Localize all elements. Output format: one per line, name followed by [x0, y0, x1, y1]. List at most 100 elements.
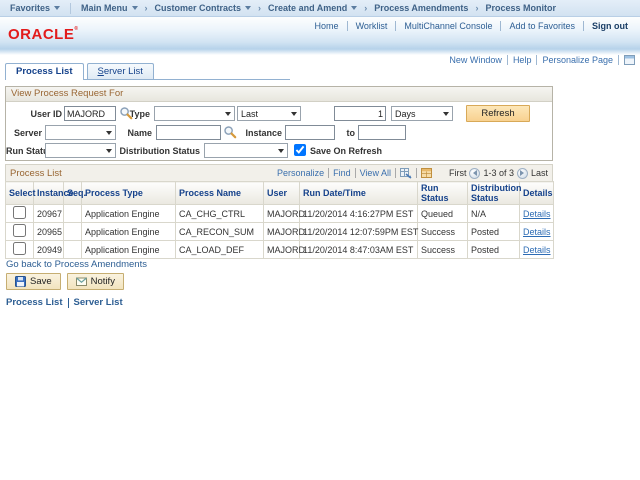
nav-link-multichannel-console[interactable]: MultiChannel Console [396, 21, 502, 31]
export-grid-icon[interactable] [396, 167, 416, 179]
instance-to-input[interactable] [358, 125, 406, 140]
run-datetime-cell: 11/20/2014 4:16:27PM EST [299, 204, 418, 223]
tab-label: Process List [16, 66, 73, 77]
breadcrumb-item-create-and-amend[interactable]: Create and Amend [266, 3, 359, 13]
notify-button[interactable]: Notify [66, 273, 124, 290]
page-links-bar: New Window Help Personalize Page [444, 55, 635, 65]
unit-select[interactable]: Days [391, 106, 453, 121]
breadcrumb-item-label: Process Amendments [374, 3, 469, 13]
pager-prev-button[interactable] [469, 167, 481, 179]
help-link[interactable]: Help [508, 55, 538, 65]
view-all-link[interactable]: View All [356, 168, 395, 178]
pager-first-label: First [448, 168, 467, 178]
link-server-list[interactable]: Server List [74, 297, 123, 308]
breadcrumb-item-process-monitor[interactable]: Process Monitor [483, 3, 558, 13]
instance-cell: 20965 [33, 222, 64, 241]
distribution-status-select[interactable] [204, 143, 288, 158]
details-link[interactable]: Details [523, 209, 551, 219]
nav-link-worklist[interactable]: Worklist [348, 21, 397, 31]
oracle-logo: ORACLE® [8, 26, 79, 43]
save-on-refresh-checkbox[interactable] [294, 144, 306, 156]
pager-next-button[interactable] [516, 167, 528, 179]
run-datetime-cell: 11/20/2014 12:07:59PM EST [299, 222, 418, 241]
run-status-select[interactable] [45, 143, 116, 158]
tab-server-list[interactable]: Server List [86, 63, 154, 79]
grid-pager: First 1-3 of 3 Last [448, 167, 548, 179]
personalize-link[interactable]: Personalize [273, 168, 328, 178]
process-name-cell: CA_RECON_SUM [175, 222, 264, 241]
row-select-checkbox[interactable] [13, 206, 26, 219]
to-label: to [346, 128, 356, 138]
arrow-right-icon [520, 170, 527, 176]
process-list-grid: Process List Personalize Find View All F… [5, 164, 554, 259]
breadcrumb-item-main-menu[interactable]: Main Menu [79, 3, 140, 13]
utility-nav: Home Worklist MultiChannel Console Add t… [307, 21, 636, 31]
breadcrumb-item-label: Customer Contracts [154, 3, 242, 13]
save-icon [15, 276, 26, 287]
popout-grid-icon[interactable] [417, 167, 437, 179]
new-window-link[interactable]: New Window [444, 55, 508, 65]
refresh-button[interactable]: Refresh [466, 105, 530, 122]
process-monitor-page: Favorites Main Menu › Customer Contracts… [0, 0, 640, 480]
tab-process-list[interactable]: Process List [5, 63, 84, 80]
save-button[interactable]: Save [6, 273, 61, 290]
find-link[interactable]: Find [329, 168, 355, 178]
breadcrumb-item-process-amendments[interactable]: Process Amendments [372, 3, 470, 13]
details-link[interactable]: Details [523, 245, 551, 255]
nav-link-sign-out[interactable]: Sign out [584, 21, 636, 31]
process-name-cell: CA_CHG_CTRL [175, 204, 264, 223]
instance-from-input[interactable] [285, 125, 335, 140]
server-select[interactable] [45, 125, 116, 140]
user-cell: MAJORD [263, 222, 305, 241]
last-count-input[interactable] [334, 106, 386, 121]
row-select-checkbox[interactable] [13, 242, 26, 255]
run-status-cell: Success [417, 222, 468, 241]
breadcrumb-item-customer-contracts[interactable]: Customer Contracts [153, 3, 254, 13]
go-back-link[interactable]: Go back to Process Amendments [6, 259, 147, 270]
type-select[interactable] [154, 106, 235, 121]
distribution-status-cell: Posted [467, 240, 520, 259]
user-id-label: User ID [30, 109, 62, 119]
chevron-down-icon [131, 6, 138, 13]
nav-link-home[interactable]: Home [307, 21, 348, 31]
select-cell [5, 204, 34, 223]
row-select-checkbox[interactable] [13, 224, 26, 237]
tab-bar: Process List Server List [5, 62, 290, 80]
links-divider [67, 297, 69, 308]
table-row: 20965 Application Engine CA_RECON_SUM MA… [5, 222, 554, 241]
user-id-input[interactable] [64, 106, 116, 121]
name-lookup-icon[interactable] [223, 125, 237, 139]
instance-cell: 20949 [33, 240, 64, 259]
col-details: Details [519, 181, 554, 205]
arrow-left-icon [470, 170, 477, 176]
new-window-icon[interactable] [624, 55, 635, 65]
type-label: Type [129, 109, 150, 119]
details-cell: Details [519, 222, 554, 241]
grid-title: Process List [10, 167, 62, 179]
select-cell [5, 240, 34, 259]
personalize-page-link[interactable]: Personalize Page [537, 55, 619, 65]
breadcrumb: Favorites Main Menu › Customer Contracts… [0, 0, 640, 17]
server-label: Server [13, 128, 42, 138]
breadcrumb-item-label: Process Monitor [485, 3, 556, 13]
col-run-status: Run Status [417, 181, 468, 205]
details-cell: Details [519, 240, 554, 259]
chevron-down-icon [351, 6, 358, 13]
details-cell: Details [519, 204, 554, 223]
distribution-status-cell: N/A [467, 204, 520, 223]
details-link[interactable]: Details [523, 227, 551, 237]
run-status-cell: Success [417, 240, 468, 259]
col-run-datetime: Run Date/Time [299, 181, 418, 205]
instance-cell: 20967 [33, 204, 64, 223]
link-process-list[interactable]: Process List [6, 297, 63, 308]
pager-range: 1-3 of 3 [483, 168, 514, 178]
distribution-status-label: Distribution Status [119, 146, 201, 156]
last-select[interactable]: Last [237, 106, 301, 121]
select-cell [5, 222, 34, 241]
name-input[interactable] [156, 125, 221, 140]
component-links: Process List Server List [6, 297, 123, 308]
breadcrumb-favorites[interactable]: Favorites [8, 3, 62, 13]
seq-cell [63, 240, 82, 259]
breadcrumb-chevron: › [144, 3, 148, 13]
nav-link-add-to-favorites[interactable]: Add to Favorites [501, 21, 584, 31]
